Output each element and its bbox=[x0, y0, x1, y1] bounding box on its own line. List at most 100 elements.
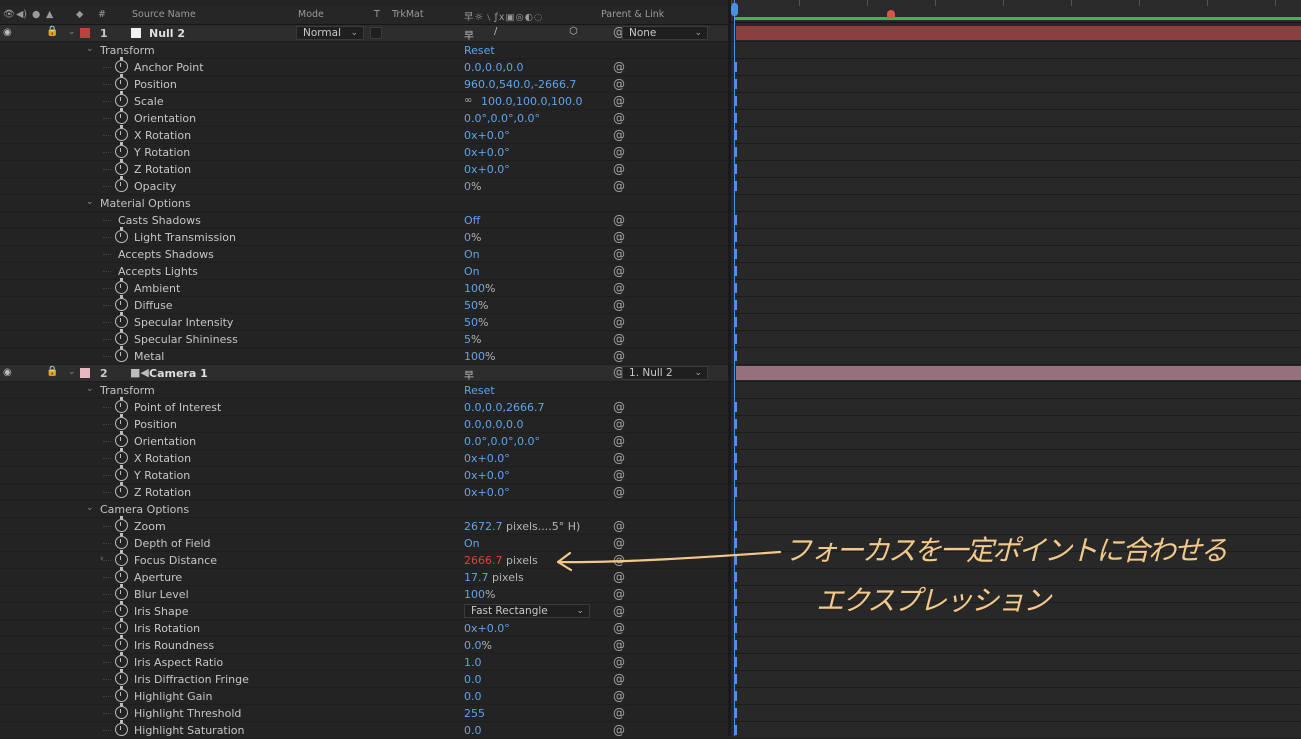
property-value-number[interactable]: 0x+0.0° bbox=[464, 622, 510, 635]
property-value-number[interactable]: 0x+0.0° bbox=[464, 452, 510, 465]
property-row[interactable]: Z Rotation 0x+0.0° @ bbox=[0, 159, 728, 178]
layer-label-color[interactable] bbox=[80, 368, 90, 378]
property-row[interactable]: Iris Shape Fast Rectangle ⌄ @ bbox=[0, 601, 728, 620]
stopwatch-icon[interactable] bbox=[115, 533, 128, 549]
property-value-number[interactable]: 255 bbox=[464, 707, 485, 720]
property-value-number[interactable]: Off bbox=[464, 214, 480, 227]
stopwatch-icon[interactable] bbox=[115, 567, 128, 583]
constrain-proportions-icon[interactable]: ∞ bbox=[464, 95, 472, 106]
stopwatch-icon[interactable] bbox=[115, 74, 128, 90]
property-value-number[interactable]: 0x+0.0° bbox=[464, 129, 510, 142]
property-group-row[interactable]: ⌄ Transform Reset bbox=[0, 42, 728, 59]
lock-icon[interactable]: 🔒 bbox=[46, 366, 58, 377]
property-group-row[interactable]: ⌄ Transform Reset bbox=[0, 382, 728, 399]
property-value[interactable]: 0.0°,0.0°,0.0° bbox=[464, 435, 540, 448]
property-row[interactable]: Y Rotation 0x+0.0° @ bbox=[0, 142, 728, 161]
property-row[interactable]: Highlight Gain 0.0 @ bbox=[0, 686, 728, 705]
property-value-number[interactable]: 1.0 bbox=[464, 656, 482, 669]
stopwatch-icon[interactable] bbox=[115, 414, 128, 430]
property-value[interactable]: 0% bbox=[464, 231, 481, 244]
parent-dropdown[interactable]: 1. Null 2 ⌄ bbox=[622, 366, 708, 380]
property-row[interactable]: Iris Diffraction Fringe 0.0 @ bbox=[0, 669, 728, 688]
shy-switch-icon[interactable]: 早 bbox=[464, 367, 474, 382]
property-group-row[interactable]: ⌄ Material Options bbox=[0, 195, 728, 212]
property-row[interactable]: Position 960.0,540.0,-2666.7 @ bbox=[0, 74, 728, 93]
property-row[interactable]: Ambient 100% @ bbox=[0, 278, 728, 297]
stopwatch-icon[interactable] bbox=[115, 635, 128, 651]
property-value-number[interactable]: 0.0 bbox=[464, 690, 482, 703]
stopwatch-icon[interactable] bbox=[115, 431, 128, 447]
property-value[interactable]: 960.0,540.0,-2666.7 bbox=[464, 78, 576, 91]
stopwatch-icon[interactable] bbox=[115, 618, 128, 634]
stopwatch-icon[interactable] bbox=[115, 295, 128, 311]
property-value-number[interactable]: 100 bbox=[464, 282, 485, 295]
property-value[interactable]: 255 bbox=[464, 707, 485, 720]
property-value-number[interactable]: 100 bbox=[464, 588, 485, 601]
property-row[interactable]: Accepts Shadows On @ bbox=[0, 246, 728, 263]
property-row[interactable]: Accepts Lights On @ bbox=[0, 263, 728, 280]
property-value[interactable]: 1.0 bbox=[464, 656, 482, 669]
stopwatch-icon[interactable] bbox=[115, 227, 128, 243]
property-row[interactable]: Orientation 0.0°,0.0°,0.0° @ bbox=[0, 108, 728, 127]
property-value-number[interactable]: 50 bbox=[464, 299, 478, 312]
pickwhip-icon[interactable]: @ bbox=[613, 638, 625, 652]
stopwatch-icon[interactable] bbox=[115, 329, 128, 345]
layer-row[interactable]: ◉ 🔒 ⌄ 1 Null 2 Normal ⌄ 早 / ⬡ @ None ⌄ bbox=[0, 25, 728, 42]
layer-expand-chevron-icon[interactable]: ⌄ bbox=[68, 367, 76, 377]
blend-mode-dropdown[interactable]: Normal ⌄ bbox=[296, 26, 364, 40]
pickwhip-icon[interactable]: @ bbox=[613, 451, 625, 465]
pickwhip-icon[interactable]: @ bbox=[613, 60, 625, 74]
group-expand-chevron-icon[interactable]: ⌄ bbox=[86, 503, 94, 513]
playhead-line[interactable] bbox=[734, 0, 735, 736]
property-row[interactable]: Specular Shininess 5% @ bbox=[0, 329, 728, 348]
property-value-number[interactable]: 0.0 bbox=[464, 673, 482, 686]
label-tag-icon[interactable]: ◆ bbox=[76, 9, 83, 20]
layer-name[interactable]: Camera 1 bbox=[149, 367, 208, 380]
property-value-number[interactable]: 2672.7 bbox=[464, 520, 503, 533]
property-value-number[interactable]: 0.0,0.0,2666.7 bbox=[464, 401, 544, 414]
pickwhip-icon[interactable]: @ bbox=[613, 128, 625, 142]
property-value-number[interactable]: 0.0 bbox=[464, 639, 482, 652]
column-mode[interactable]: Mode bbox=[298, 9, 324, 20]
stopwatch-icon[interactable] bbox=[115, 91, 128, 107]
stopwatch-icon[interactable] bbox=[115, 465, 128, 481]
property-value-number[interactable]: 100 bbox=[464, 350, 485, 363]
column-parent-link[interactable]: Parent & Link bbox=[601, 9, 664, 20]
property-value-number[interactable]: 0.0°,0.0°,0.0° bbox=[464, 112, 540, 125]
property-value-number[interactable]: 2666.7 bbox=[464, 554, 503, 567]
stopwatch-icon[interactable] bbox=[115, 312, 128, 328]
time-ruler[interactable] bbox=[731, 0, 1301, 23]
property-value-number[interactable]: 0.0 bbox=[464, 724, 482, 737]
property-value-number[interactable]: On bbox=[464, 248, 480, 261]
pickwhip-icon[interactable]: @ bbox=[613, 434, 625, 448]
stopwatch-icon[interactable] bbox=[115, 669, 128, 685]
stopwatch-icon[interactable] bbox=[115, 550, 128, 566]
property-row[interactable]: X Rotation 0x+0.0° @ bbox=[0, 448, 728, 467]
layer-duration-bar[interactable] bbox=[736, 366, 1301, 380]
property-value[interactable]: On bbox=[464, 248, 480, 261]
property-row[interactable]: Iris Rotation 0x+0.0° @ bbox=[0, 618, 728, 637]
stopwatch-icon[interactable] bbox=[115, 159, 128, 175]
property-value-number[interactable]: 0 bbox=[464, 231, 471, 244]
pickwhip-icon[interactable]: @ bbox=[613, 689, 625, 703]
pickwhip-icon[interactable]: @ bbox=[613, 111, 625, 125]
property-value[interactable]: 0x+0.0° bbox=[464, 486, 510, 499]
property-value[interactable]: 2666.7 pixels bbox=[464, 554, 538, 567]
property-value[interactable]: Off bbox=[464, 214, 480, 227]
work-area-bar[interactable] bbox=[735, 17, 1301, 20]
property-row[interactable]: Iris Aspect Ratio 1.0 @ bbox=[0, 652, 728, 671]
stopwatch-icon[interactable] bbox=[115, 601, 128, 617]
property-row[interactable]: Zoom 2672.7 pixels....5° H) @ bbox=[0, 516, 728, 535]
stopwatch-icon[interactable] bbox=[115, 686, 128, 702]
pickwhip-icon[interactable]: @ bbox=[613, 587, 625, 601]
column-source-name[interactable]: Source Name bbox=[132, 9, 196, 20]
column-trkmat[interactable]: TrkMat bbox=[392, 9, 424, 20]
stopwatch-icon[interactable] bbox=[115, 57, 128, 73]
property-value[interactable]: 100% bbox=[464, 282, 495, 295]
property-value-number[interactable]: 5 bbox=[464, 333, 471, 346]
property-value-number[interactable]: 960.0,540.0,-2666.7 bbox=[464, 78, 576, 91]
property-row[interactable]: Specular Intensity 50% @ bbox=[0, 312, 728, 331]
property-row[interactable]: X Rotation 0x+0.0° @ bbox=[0, 125, 728, 144]
stopwatch-icon[interactable] bbox=[115, 142, 128, 158]
trkmat-toggle[interactable] bbox=[370, 27, 382, 39]
